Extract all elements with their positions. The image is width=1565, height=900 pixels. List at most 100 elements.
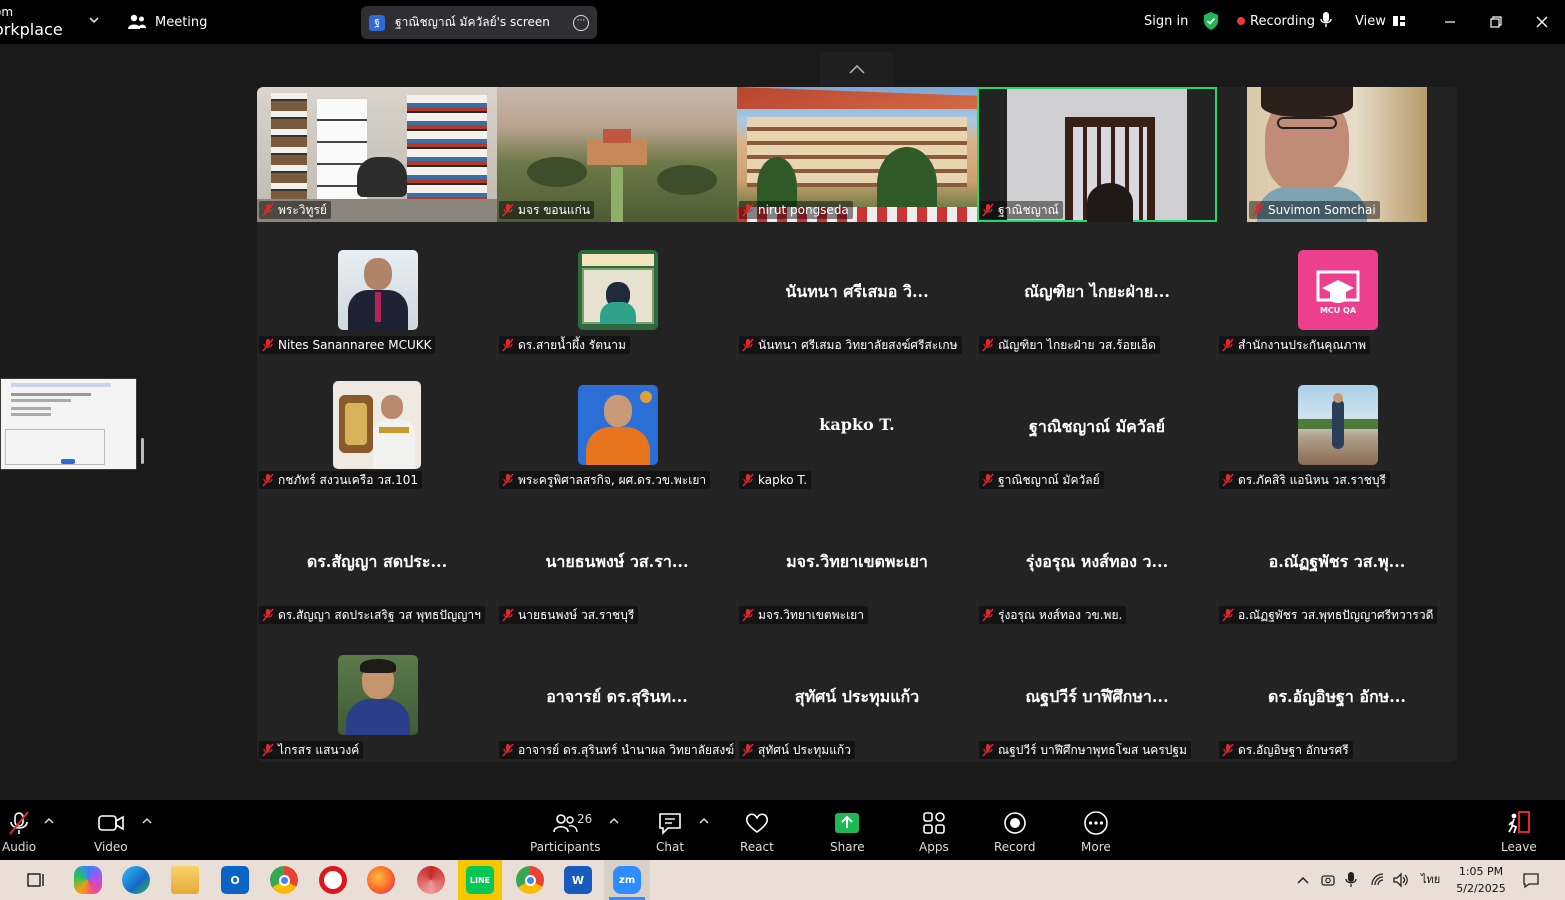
chat-options-caret-icon[interactable] xyxy=(698,815,710,827)
chevron-down-icon[interactable] xyxy=(86,12,102,28)
zoom-icon[interactable]: zm xyxy=(613,866,641,894)
recording-label: Recording xyxy=(1250,13,1316,29)
view-menu-button[interactable]: View xyxy=(1355,10,1406,32)
participant-name: ดร.สัญญา สดประเสริฐ วส พุทธปัญญาฯ xyxy=(278,607,481,622)
participant-tile[interactable]: ณฐปวีร์ บาฬีศึกษา... ณฐปวีร์ บาฬีศึกษาพุ… xyxy=(977,627,1217,762)
task-view-icon[interactable] xyxy=(26,870,46,890)
recording-dot-icon xyxy=(1237,17,1245,25)
collapse-thumbnails-button[interactable] xyxy=(820,52,894,86)
mic-off-icon xyxy=(742,743,754,757)
participant-tile[interactable]: อ.ณัฏฐพัชร วส.พุ... อ.ณัฏฐพัชร วส.พุทธปั… xyxy=(1217,492,1457,627)
video-tile-active-speaker[interactable]: ฐาณิชญาณ์ xyxy=(977,87,1217,222)
participant-display-name: ณัญฑิยา ไกยะฝ่าย... xyxy=(1024,282,1170,301)
microphone-tray-icon[interactable] xyxy=(1344,871,1358,889)
participant-tile[interactable]: อาจารย์ ดร.สุรินท... อาจารย์ ดร.สุรินทร์… xyxy=(497,627,737,762)
video-tile[interactable]: nirut pongseda xyxy=(737,87,977,222)
outlook-icon[interactable]: O xyxy=(221,866,249,894)
participant-tile[interactable]: พระครูพิศาลสรกิจ, ผศ.ดร.วข.พะเยา xyxy=(497,357,737,492)
minimize-icon[interactable] xyxy=(1440,12,1460,32)
participant-name-bar: Suvimon Somchai xyxy=(1249,201,1380,219)
apps-button[interactable]: Apps xyxy=(919,810,949,854)
copilot-icon[interactable] xyxy=(74,866,102,894)
more-icon[interactable]: ··· xyxy=(573,14,589,31)
file-explorer-icon[interactable] xyxy=(171,866,199,894)
video-tile[interactable]: พระวิทูรย์ xyxy=(257,87,497,222)
wifi-icon[interactable] xyxy=(1370,872,1386,888)
participant-tile[interactable]: ดร.ภัคสิริ แอนิหน วส.ราชบุรี xyxy=(1217,357,1457,492)
participants-options-caret-icon[interactable] xyxy=(608,815,620,827)
participant-tile[interactable]: รุ่งอรุณ หงส์ทอง ว... รุ่งอรุณ หงส์ทอง ว… xyxy=(977,492,1217,627)
chat-button[interactable]: Chat xyxy=(656,810,684,854)
chromium-icon[interactable] xyxy=(417,866,445,894)
video-camera-icon xyxy=(98,815,124,831)
notification-icon[interactable] xyxy=(1522,871,1540,889)
record-icon xyxy=(1003,812,1026,834)
volume-icon[interactable] xyxy=(1392,872,1410,888)
participant-tile[interactable]: ณัญฑิยา ไกยะฝ่าย... ณัญฑิยา ไกยะฝ่าย วส.… xyxy=(977,222,1217,357)
word-icon[interactable]: W xyxy=(564,866,592,894)
recording-indicator[interactable]: Recording xyxy=(1237,10,1315,32)
participant-tile[interactable]: กชภัทร์ สงวนเครือ วส.101 xyxy=(257,357,497,492)
participant-display-name: มจร.วิทยาเขตพะเยา xyxy=(786,552,928,571)
react-button[interactable]: React xyxy=(740,810,774,854)
video-options-caret-icon[interactable] xyxy=(141,815,153,827)
screen-share-indicator[interactable]: ฐ ฐาณิชญาณ์ มัควัลย์'s screen ··· xyxy=(361,6,597,39)
participant-name-bar: ฐาณิชญาณ์ xyxy=(979,201,1063,219)
participant-name: พระครูพิศาลสรกิจ, ผศ.ดร.วข.พะเยา xyxy=(518,472,707,487)
video-button[interactable]: Video xyxy=(94,810,128,854)
security-status[interactable] xyxy=(1201,10,1221,32)
edge-icon[interactable] xyxy=(122,866,150,894)
more-dots-icon xyxy=(1084,811,1108,835)
participant-tile[interactable]: Nites Sanannaree MCUKK xyxy=(257,222,497,357)
record-button[interactable]: Record xyxy=(994,810,1035,854)
chrome-profile-icon[interactable] xyxy=(516,866,544,894)
avatar xyxy=(338,250,418,330)
share-screen-button[interactable]: Share xyxy=(830,810,865,854)
participant-tile[interactable]: นันทนา ศรีเสมอ วิ... นันทนา ศรีเสมอ วิทย… xyxy=(737,222,977,357)
mic-off-icon xyxy=(982,743,994,757)
participant-tile[interactable]: ฐาณิชญาณ์ มัควัลย์ ฐาณิชญาณ์ มัควัลย์ xyxy=(977,357,1217,492)
meeting-menu-button[interactable]: Meeting xyxy=(127,10,207,34)
participant-name-bar: kapko T. xyxy=(739,471,812,489)
chrome-icon[interactable] xyxy=(270,866,298,894)
camera-tray-icon[interactable] xyxy=(1320,872,1336,888)
participant-tile[interactable]: kapko T. kapko T. xyxy=(737,357,977,492)
participant-display-name: kapko T. xyxy=(819,415,895,434)
video-tile[interactable]: มจร ขอนแก่น xyxy=(497,87,737,222)
participant-tile[interactable]: ดร.สัญญา สดประ... ดร.สัญญา สดประเสริฐ วส… xyxy=(257,492,497,627)
show-hidden-icons-chevron-icon[interactable] xyxy=(1296,873,1310,887)
firefox-icon[interactable] xyxy=(367,866,395,894)
thumbnail-resize-handle[interactable] xyxy=(141,438,144,464)
participant-tile[interactable]: MCU QA สำนักงานประกันคุณภาพ xyxy=(1217,222,1457,357)
participant-tile[interactable]: ดร.สายน้ำผึ้ง รัตนาม xyxy=(497,222,737,357)
sign-in-link[interactable]: Sign in xyxy=(1144,10,1188,32)
participant-tile[interactable]: มจร.วิทยาเขตพะเยา มจร.วิทยาเขตพะเยา xyxy=(737,492,977,627)
more-button[interactable]: More xyxy=(1081,810,1111,854)
microphone-icon[interactable] xyxy=(1319,11,1333,29)
opera-icon[interactable] xyxy=(319,866,347,894)
audio-button[interactable]: Audio xyxy=(2,810,36,854)
keyboard-language-indicator[interactable]: ไทย xyxy=(1421,870,1440,888)
participant-name-bar: ดร.อัญอิษฐา อักษรศรี xyxy=(1219,741,1353,759)
meeting-label: Meeting xyxy=(155,14,208,30)
participant-name: อาจารย์ ดร.สุรินทร์ นำนาผล วิทยาลัยสงฆ์.… xyxy=(518,742,735,757)
close-icon[interactable] xyxy=(1532,12,1552,32)
audio-label: Audio xyxy=(2,840,37,854)
participant-tile[interactable]: สุทัศน์ ประทุมแก้ว สุทัศน์ ประทุมแก้ว xyxy=(737,627,977,762)
restore-icon[interactable] xyxy=(1486,12,1506,32)
participant-tile[interactable]: ไกรสร แสนวงค์ xyxy=(257,627,497,762)
participant-name-bar: ดร.สัญญา สดประเสริฐ วส พุทธปัญญาฯ xyxy=(259,606,485,624)
shared-screen-thumbnail[interactable] xyxy=(0,378,137,470)
mic-muted-icon xyxy=(9,811,29,835)
system-clock[interactable]: 1:05 PM 5/2/2025 xyxy=(1450,863,1512,897)
participant-tile[interactable]: นายธนพงษ์ วส.รา... นายธนพงษ์ วส.ราชบุรี xyxy=(497,492,737,627)
video-tile[interactable]: Suvimon Somchai xyxy=(1217,87,1457,222)
leave-button[interactable]: Leave xyxy=(1501,810,1537,854)
participant-display-name: ฐาณิชญาณ์ มัควัลย์ xyxy=(1029,417,1165,436)
line-app-icon[interactable]: LINE xyxy=(466,866,494,894)
participant-tile[interactable]: ดร.อัญอิษฐา อักษ... ดร.อัญอิษฐา อักษรศรี xyxy=(1217,627,1457,762)
participant-name: นายธนพงษ์ วส.ราชบุรี xyxy=(518,607,635,622)
audio-options-caret-icon[interactable] xyxy=(43,815,55,827)
zoom-window: om orkplace Meeting ฐ ฐาณิชญาณ์ มัควัลย์… xyxy=(0,0,1565,900)
participant-name-bar: อ.ณัฏฐพัชร วส.พุทธปัญญาศรีทวารวดี xyxy=(1219,606,1438,624)
